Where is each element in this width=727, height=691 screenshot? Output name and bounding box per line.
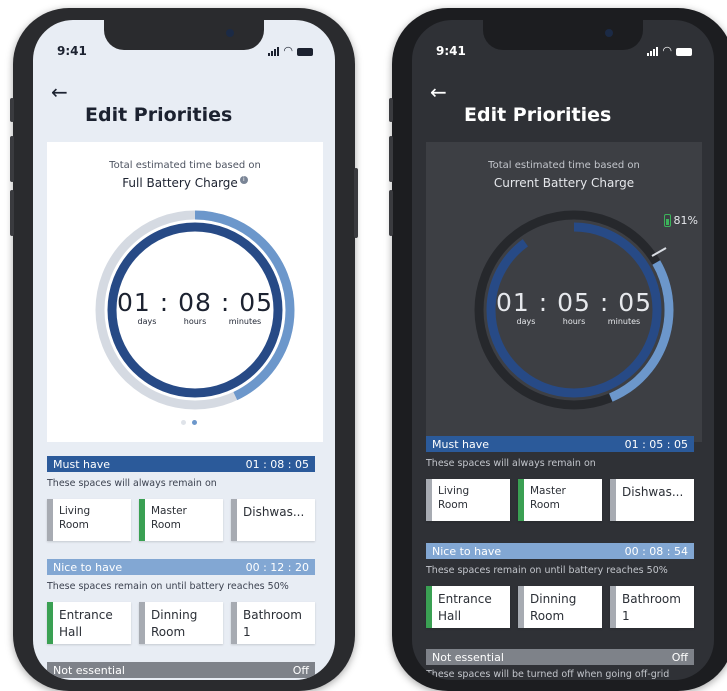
summary-basis: Full Battery Charge i: [47, 176, 323, 190]
summary-caption: Total estimated time based on: [109, 160, 261, 171]
page-title: Edit Priorities: [464, 104, 612, 126]
space-tile[interactable]: Bathroom 1: [610, 586, 694, 628]
space-tile[interactable]: Entrance Hall: [426, 586, 510, 628]
phone-light: 9:41 ◠ ← Edit Priorities Total estimated…: [10, 8, 358, 691]
info-icon[interactable]: i: [239, 176, 248, 184]
notch: [483, 20, 643, 50]
section-time: 00 : 12 : 20: [245, 560, 309, 574]
space-tile[interactable]: Bathroom 1: [231, 602, 315, 644]
section-time: Off: [671, 650, 688, 664]
section-time: Off: [292, 663, 309, 677]
must-have-tiles: Living Room Master Room Dishwas...: [47, 499, 315, 541]
section-subtitle: These spaces will always remain on: [426, 458, 596, 469]
summary-basis-label: Full Battery Charge: [122, 176, 238, 190]
summary-caption: Total estimated time based on: [488, 160, 640, 171]
space-tile[interactable]: Dinning Room: [518, 586, 602, 628]
summary-card: Total estimated time based on Full Batte…: [47, 142, 323, 442]
space-tile[interactable]: Living Room: [47, 499, 131, 541]
section-header-must-have[interactable]: Must have 01 : 05 : 05: [426, 436, 694, 452]
section-label: Nice to have: [53, 560, 123, 574]
camera-icon: [226, 29, 234, 37]
phone-dark: 9:41 ◠ ← Edit Priorities Total estimated…: [389, 8, 727, 691]
section-label: Must have: [432, 437, 489, 451]
section-time: 01 : 05 : 05: [624, 437, 688, 451]
space-tile[interactable]: Dishwas...: [610, 479, 694, 521]
signal-icon: [647, 47, 659, 56]
volume-up-button: [10, 136, 14, 182]
total-time: 01 : 08 : 05: [116, 288, 274, 317]
space-tile[interactable]: Dishwas...: [231, 499, 315, 541]
wifi-icon: ◠: [283, 44, 293, 57]
status-time: 9:41: [436, 44, 466, 58]
power-button: [354, 168, 358, 238]
summary-basis: Current Battery Charge: [493, 176, 635, 190]
side-button: [10, 98, 14, 122]
nice-to-have-tiles: Entrance Hall Dinning Room Bathroom 1: [426, 586, 694, 628]
status-time: 9:41: [57, 44, 87, 58]
space-tile[interactable]: Living Room: [426, 479, 510, 521]
section-header-must-have[interactable]: Must have 01 : 08 : 05: [47, 456, 315, 472]
time-display: 01 : 08 : 05 days hours minutes: [95, 210, 295, 410]
screen: 9:41 ◠ ← Edit Priorities Total estimated…: [33, 20, 335, 680]
status-icons: ◠: [647, 45, 692, 56]
back-arrow-icon[interactable]: ←: [430, 82, 447, 102]
volume-up-button: [389, 136, 393, 182]
wifi-icon: ◠: [662, 44, 672, 57]
section-subtitle: These spaces will always remain on: [47, 478, 217, 489]
section-subtitle: These spaces remain on until battery rea…: [47, 581, 289, 592]
section-header-nice-to-have[interactable]: Nice to have 00 : 08 : 54: [426, 543, 694, 559]
carousel-dot[interactable]: [181, 420, 186, 425]
section-header-not-essential[interactable]: Not essential Off: [47, 662, 315, 678]
section-time: 01 : 08 : 05: [245, 457, 309, 471]
battery-percent: 81%: [673, 214, 698, 227]
total-time: 01 : 05 : 05: [495, 288, 653, 317]
section-header-not-essential[interactable]: Not essential Off: [426, 649, 694, 665]
section-subtitle: These spaces will be turned off when goi…: [426, 669, 670, 680]
space-tile[interactable]: Master Room: [518, 479, 602, 521]
space-tile[interactable]: Master Room: [139, 499, 223, 541]
section-label: Not essential: [53, 663, 125, 677]
signal-icon: [268, 47, 280, 56]
must-have-tiles: Living Room Master Room Dishwas...: [426, 479, 694, 521]
section-header-nice-to-have[interactable]: Nice to have 00 : 12 : 20: [47, 559, 315, 575]
space-tile[interactable]: Entrance Hall: [47, 602, 131, 644]
section-label: Must have: [53, 457, 110, 471]
unit-days: days: [137, 317, 157, 326]
volume-down-button: [10, 190, 14, 236]
section-label: Nice to have: [432, 544, 502, 558]
battery-icon: [297, 48, 313, 56]
nice-to-have-tiles: Entrance Hall Dinning Room Bathroom 1: [47, 602, 315, 644]
screen: 9:41 ◠ ← Edit Priorities Total estimated…: [412, 20, 714, 680]
unit-minutes: minutes: [228, 317, 262, 326]
camera-icon: [605, 29, 613, 37]
unit-days: days: [516, 317, 536, 326]
section-time: 00 : 08 : 54: [624, 544, 688, 558]
time-display: 01 : 05 : 05 days hours minutes: [474, 210, 674, 410]
section-label: Not essential: [432, 650, 504, 664]
status-icons: ◠: [268, 45, 313, 56]
carousel-dots[interactable]: [181, 420, 197, 425]
back-arrow-icon[interactable]: ←: [51, 82, 68, 102]
unit-minutes: minutes: [607, 317, 641, 326]
section-subtitle: These spaces remain on until battery rea…: [426, 565, 668, 576]
battery-icon: [676, 48, 692, 56]
summary-card: Total estimated time based on Current Ba…: [426, 142, 702, 442]
carousel-dot[interactable]: [192, 420, 197, 425]
side-button: [389, 98, 393, 122]
volume-down-button: [389, 190, 393, 236]
notch: [104, 20, 264, 50]
page-title: Edit Priorities: [85, 104, 233, 126]
space-tile[interactable]: Dinning Room: [139, 602, 223, 644]
unit-hours: hours: [562, 317, 586, 326]
unit-hours: hours: [183, 317, 207, 326]
